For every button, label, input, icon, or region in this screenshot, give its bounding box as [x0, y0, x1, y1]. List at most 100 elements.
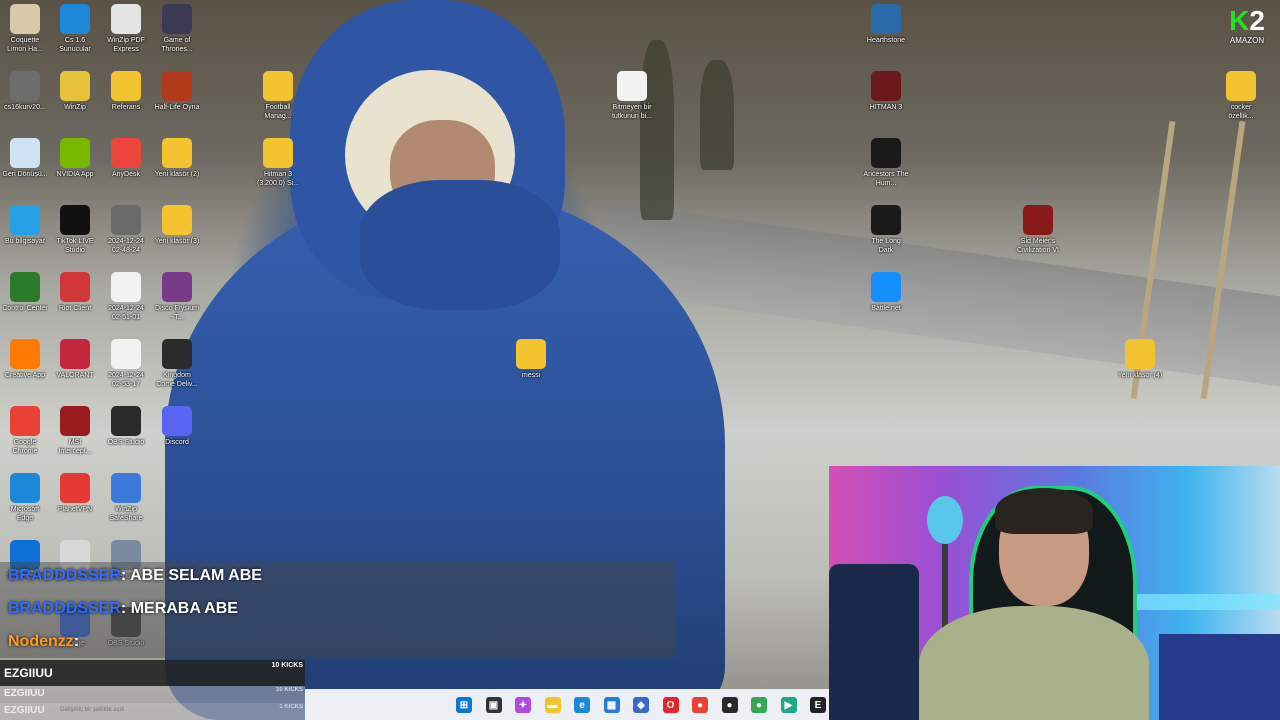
desktop-icon[interactable]: Yeni klasör (3): [154, 205, 200, 246]
desktop-icon[interactable]: Referans: [103, 71, 149, 112]
desktop-icon-label: Coquette Limon Ha...: [7, 37, 43, 53]
desktop-icon[interactable]: Riot Client: [52, 272, 98, 313]
desktop-icon[interactable]: Google Chrome: [2, 406, 48, 456]
wallpaper-tree: [700, 60, 734, 170]
epic-games-icon[interactable]: E: [810, 697, 826, 713]
desktop-icon[interactable]: Football Manag...: [255, 71, 301, 121]
chat-message: BRADDDSSER: ABE SELAM ABE: [8, 567, 262, 585]
long-dark-icon: [871, 205, 901, 235]
webcam-led-strip: [1129, 594, 1280, 610]
desktop-icon-label: NVIDIA App: [56, 171, 94, 178]
chat-username: BRADDDSSER: [8, 600, 121, 617]
desktop-icon[interactable]: Half-Life Oyna: [154, 71, 200, 112]
desktop-icon-label: MSI Intercept...: [58, 439, 92, 455]
chrome-icon-2[interactable]: ●: [751, 697, 767, 713]
desktop-icon[interactable]: Yeni klasör (2): [154, 138, 200, 179]
desktop-icon[interactable]: messi: [508, 339, 554, 380]
chrome-icon[interactable]: ●: [692, 697, 708, 713]
desktop-icon-label: Google Chrome: [12, 439, 38, 455]
desktop-icon[interactable]: Coquette Limon Ha...: [2, 4, 48, 54]
kick-count: 1 KICKS: [279, 704, 303, 710]
desktop-icon[interactable]: TikTok LIVE Studio: [52, 205, 98, 255]
desktop-icon[interactable]: Kingdom Come Deliv...: [154, 339, 200, 389]
k2-overlay-logo: K2 AMAZON: [1220, 6, 1274, 46]
desktop-icon[interactable]: OBS Studio: [103, 406, 149, 447]
chat-text: ABE SELAM ABE: [130, 567, 262, 584]
desktop-icon-label: Yeni klasör (3): [154, 238, 200, 245]
edge-icon[interactable]: e: [574, 697, 590, 713]
file-explorer-icon[interactable]: ▬: [544, 697, 561, 713]
desktop-icon-label: WinZip SafeShare: [109, 506, 143, 522]
folder-icon: [263, 71, 293, 101]
desktop-icon[interactable]: Creative App: [2, 339, 48, 380]
desktop-icon-label: Battle.net: [871, 305, 901, 312]
store-icon[interactable]: ▦: [603, 697, 620, 713]
copilot-icon[interactable]: ✦: [515, 697, 531, 713]
desktop-icon[interactable]: Game of Thrones...: [154, 4, 200, 54]
kick-count: 10 KICKS: [275, 687, 303, 693]
desktop-icon[interactable]: Cs 1.6 Sunucular: [52, 4, 98, 54]
desktop-icon[interactable]: WinZip PDF Express: [103, 4, 149, 54]
webcam-sofa: [829, 564, 919, 720]
image-icon: [111, 205, 141, 235]
hearthstone-icon: [871, 4, 901, 34]
desktop-icon[interactable]: WinZip: [52, 71, 98, 112]
desktop-icon[interactable]: Yeni klasör (4): [1117, 339, 1163, 380]
desktop-icon[interactable]: The Long Dark: [863, 205, 909, 255]
hitman-icon: [871, 71, 901, 101]
desktop-icon-label: Bitmeyen bir tutkunun bi...: [611, 104, 653, 120]
chat-message: Nodenzz:: [8, 633, 79, 651]
desktop-icon[interactable]: Bitmeyen bir tutkunun bi...: [609, 71, 655, 121]
desktop-icon-label: Bu bilgisayar: [4, 238, 46, 245]
desktop-icon-label: Hearthstone: [866, 37, 906, 44]
desktop-icon[interactable]: Bu bilgisayar: [2, 205, 48, 246]
desktop-icon-label: Football Manag...: [264, 104, 292, 120]
media-icon[interactable]: ▶: [780, 697, 797, 713]
desktop-icon[interactable]: Microsoft Edge: [2, 473, 48, 523]
desktop-icon[interactable]: cs16kurv20...: [2, 71, 48, 112]
desktop-icon[interactable]: Sid Meier's Civilization VI: [1015, 205, 1061, 255]
planetvpn-icon: [60, 473, 90, 503]
app-icon[interactable]: ◆: [633, 697, 649, 713]
task-view-icon[interactable]: ▣: [485, 697, 502, 713]
chat-text: MERABA ABE: [130, 600, 238, 617]
desktop-icon[interactable]: 2024-12-24 02-51-01: [103, 272, 149, 322]
desktop-icon[interactable]: 2024-12-24 02-53-17: [103, 339, 149, 389]
desktop-icon[interactable]: AnyDesk: [103, 138, 149, 179]
desktop-icon[interactable]: cocker özellik...: [1218, 71, 1264, 121]
desktop-icon[interactable]: NVIDIA App: [52, 138, 98, 179]
desktop-icon[interactable]: Battle.net: [863, 272, 909, 313]
desktop-icon-label: Microsoft Edge: [10, 506, 40, 522]
desktop-icon[interactable]: Hearthstone: [863, 4, 909, 45]
computer-icon: [10, 205, 40, 235]
obs-icon[interactable]: ●: [721, 697, 738, 713]
desktop-icon[interactable]: MSI Intercept...: [52, 406, 98, 456]
desktop-icon[interactable]: VALORANT: [52, 339, 98, 380]
chat-username: BRADDDSSER: [8, 567, 121, 584]
desktop-icon[interactable]: HITMAN 3: [863, 71, 909, 112]
desktop-icon[interactable]: PlanetVPN: [52, 473, 98, 514]
desktop-icon[interactable]: Geri Dönüşü...: [2, 138, 48, 179]
chat-message: BRADDDSSER: MERABA ABE: [8, 600, 238, 618]
opera-icon[interactable]: O: [662, 697, 679, 713]
desktop-icon-label: Creative App: [4, 372, 46, 379]
control-center-icon: [10, 272, 40, 302]
desktop-icon[interactable]: Control Center: [2, 272, 48, 313]
kick-hint: Gelişmiş bir şekilde açık: [60, 707, 125, 713]
desktop-icon[interactable]: Ancestors The Hum...: [863, 138, 909, 188]
desktop-icon-label: Riot Client: [58, 305, 92, 312]
desktop-icon[interactable]: Discord: [154, 406, 200, 447]
k2-logo-mark: K2: [1220, 6, 1274, 36]
video-icon: [111, 339, 141, 369]
desktop-icon-label: cs16kurv20...: [4, 104, 46, 111]
desktop-icon[interactable]: Hitman 3 (3.200.0) Si...: [255, 138, 301, 188]
desktop-icon[interactable]: 2024-12-24 02-48-24: [103, 205, 149, 255]
kick-row: EZGIIUU 10 KICKS: [0, 686, 305, 703]
desktop-icon-label: Sid Meier's Civilization VI: [1016, 238, 1059, 254]
desktop-icon-label: Disco Elysium - T...: [155, 305, 199, 321]
desktop-icon[interactable]: WinZip SafeShare: [103, 473, 149, 523]
desktop-icon[interactable]: Disco Elysium - T...: [154, 272, 200, 322]
desktop-icon-label: 2024-12-24 02-53-17: [108, 372, 144, 388]
anydesk-icon: [111, 138, 141, 168]
start-icon[interactable]: ⊞: [456, 697, 472, 713]
